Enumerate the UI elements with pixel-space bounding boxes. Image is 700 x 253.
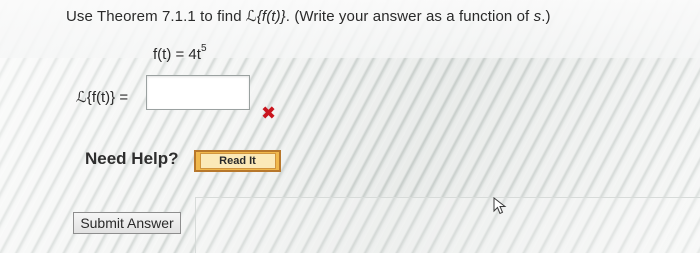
- read-it-label: Read It: [199, 153, 276, 169]
- mouse-cursor-icon: [493, 197, 507, 215]
- question-prefix: Use Theorem 7.1.1 to find: [66, 8, 246, 25]
- question-end: .): [541, 8, 551, 25]
- laplace-expression: ℒ{f(t)}: [245, 8, 286, 25]
- function-exponent: 5: [200, 43, 207, 54]
- feedback-panel: [195, 197, 700, 253]
- incorrect-x-icon: ✖: [261, 103, 277, 123]
- given-function: f(t) = 4t5: [153, 43, 207, 63]
- need-help-label: Need Help?: [85, 149, 179, 168]
- answer-label: ℒ{f(t)} =: [76, 89, 129, 106]
- question-suffix: . (Write your answer as a function of: [285, 8, 534, 25]
- question-panel: Use Theorem 7.1.1 to find ℒ{f(t)}. (Writ…: [0, 0, 700, 253]
- submit-answer-button[interactable]: Submit Answer: [73, 212, 181, 234]
- function-definition: f(t) = 4t: [153, 46, 201, 63]
- read-it-button[interactable]: Read It: [194, 150, 281, 172]
- answer-input[interactable]: [146, 75, 250, 110]
- question-text: Use Theorem 7.1.1 to find ℒ{f(t)}. (Writ…: [66, 7, 551, 25]
